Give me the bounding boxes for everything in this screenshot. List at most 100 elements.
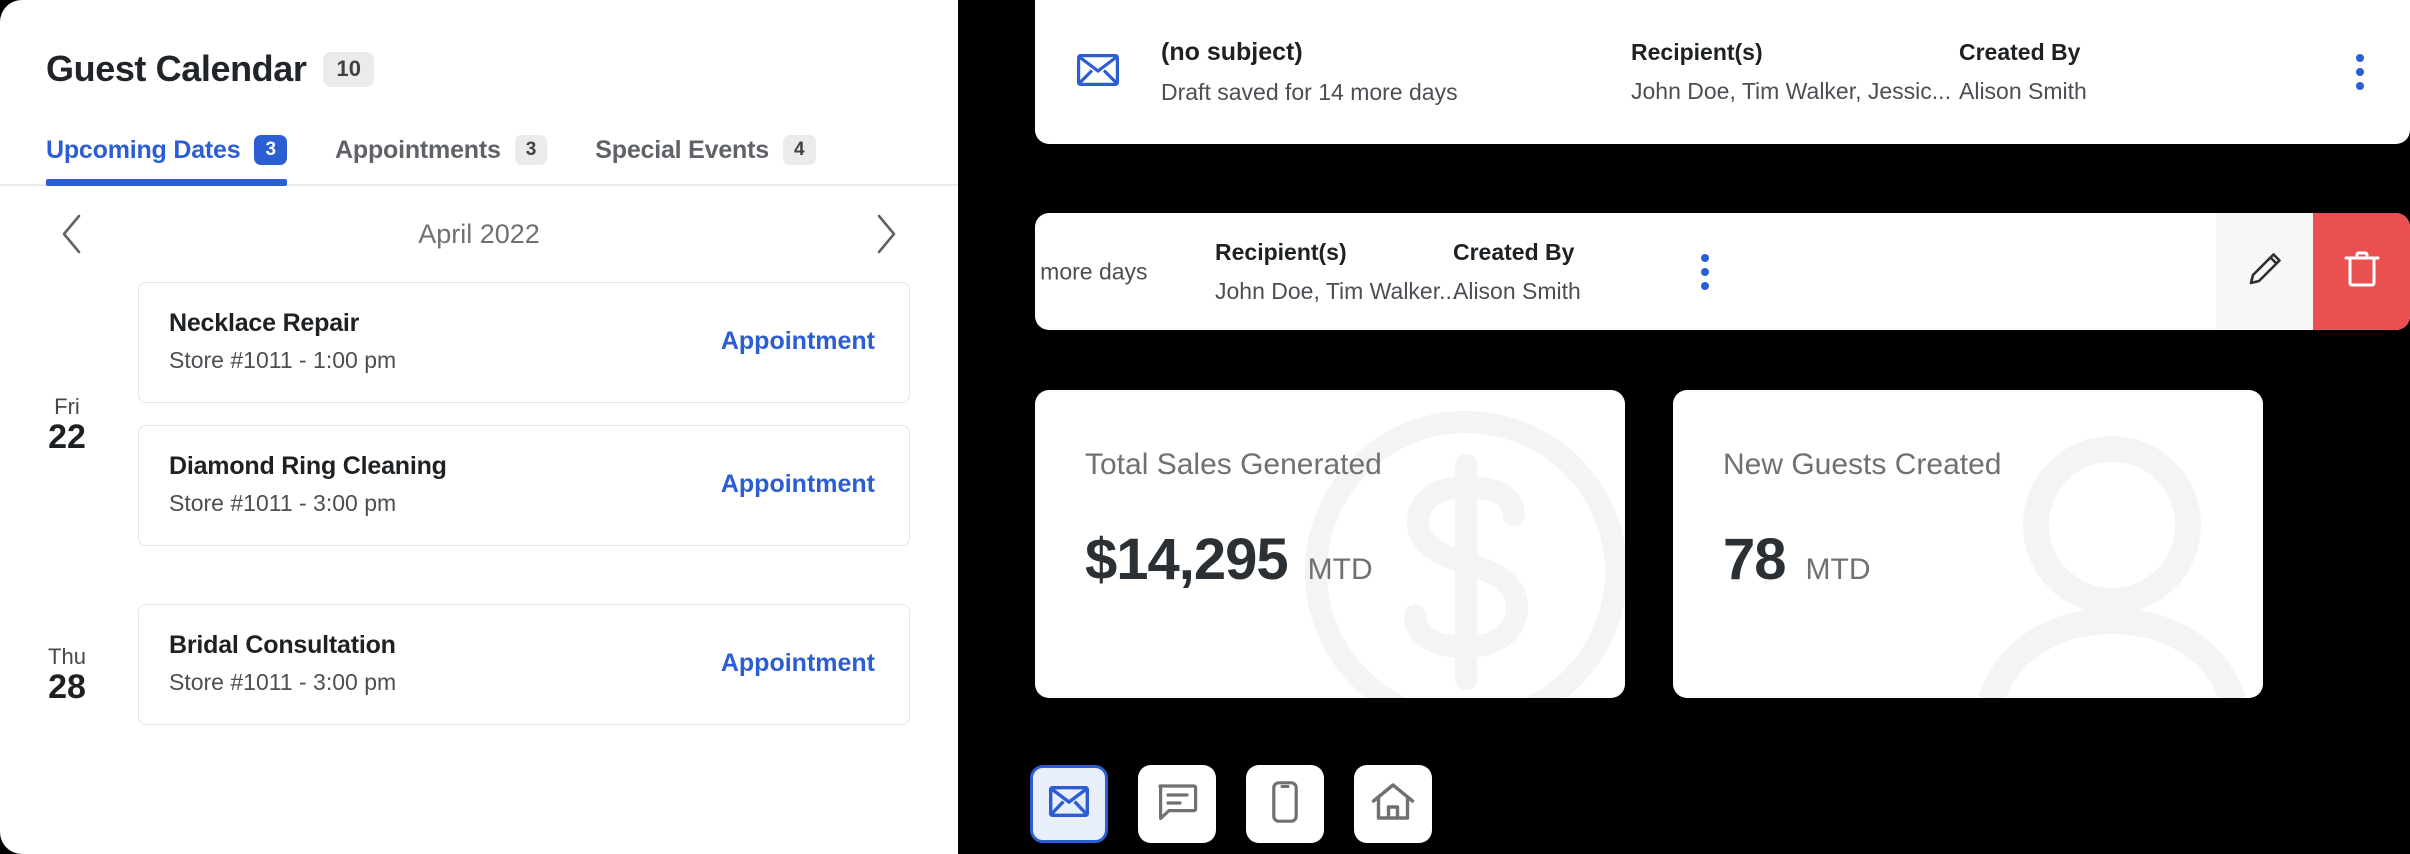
tab-appointments[interactable]: Appointments 3 [335,135,548,184]
email-row-swiped: 4 more days Recipient(s) John Doe, Tim W… [1035,213,2410,330]
page-title-count-badge: 10 [323,51,374,87]
stat-value: 78 [1723,527,1787,592]
envelope-icon [1077,53,1119,91]
appointment-card[interactable]: Necklace Repair Store #1011 - 1:00 pm Ap… [138,282,910,403]
stat-label: Total Sales Generated [1085,448,1382,481]
stat-label: New Guests Created [1723,448,2002,481]
email-recipients-column: Recipient(s) John Doe, Tim Walker, Jessi… [1631,39,1959,105]
kebab-dot [2356,54,2364,62]
pencil-icon [2246,250,2284,293]
tab-bar: Upcoming Dates 3 Appointments 3 Special … [0,135,958,186]
tab-badge: 4 [782,135,816,165]
page-title: Guest Calendar [46,48,307,89]
next-month-button[interactable] [864,211,910,257]
kebab-dot [1701,253,1709,262]
home-icon [1371,782,1415,827]
envelope-icon [1049,786,1089,822]
guest-calendar-panel: Guest Calendar 10 Upcoming Dates 3 Appoi… [0,0,958,854]
date-day-of-week: Fri [54,393,80,419]
stat-card-new-guests[interactable]: New Guests Created 78 MTD [1673,390,2263,698]
stat-unit: MTD [1307,553,1373,586]
tab-label: Appointments [335,135,501,164]
appointment-info: Necklace Repair Store #1011 - 1:00 pm [169,309,396,374]
appointment-type-label: Appointment [720,470,875,498]
previous-month-button[interactable] [48,211,94,257]
created-by-header: Created By [1959,39,2081,65]
channel-button-email[interactable] [1030,765,1108,843]
email-draft-status: Draft saved for 14 more days [1161,79,1458,105]
appointment-card[interactable]: Diamond Ring Cleaning Store #1011 - 3:00… [138,425,910,546]
created-by-value: Alison Smith [1959,78,2087,104]
kebab-menu-icon[interactable] [1695,248,1715,296]
edit-button[interactable] [2216,213,2313,330]
trash-icon [2343,249,2381,294]
stat-value-row: 78 MTD [1723,526,2263,593]
recipients-header: Recipient(s) [1215,238,1347,265]
tab-special-events[interactable]: Special Events 4 [595,135,816,184]
delete-button[interactable] [2313,213,2410,330]
stat-value: $14,295 [1085,527,1289,592]
created-by-header: Created By [1453,238,1575,265]
stat-value-row: $14,295 MTD [1085,526,1625,593]
stat-card-total-sales[interactable]: Total Sales Generated $14,295 MTD [1035,390,1625,698]
email-subject-block: (no subject) Draft saved for 14 more day… [1161,38,1631,106]
tab-badge: 3 [254,135,288,165]
appointment-info: Diamond Ring Cleaning Store #1011 - 3:00… [169,452,447,517]
email-row-content[interactable]: 4 more days Recipient(s) John Doe, Tim W… [1035,213,2216,330]
panel-header: Guest Calendar 10 [0,0,958,90]
recipients-header: Recipient(s) [1631,39,1763,65]
channel-button-home[interactable] [1354,765,1432,843]
date-day-number: 28 [48,668,86,707]
stats-row: Total Sales Generated $14,295 MTD New Gu… [1035,390,2263,698]
email-created-by-column: Created By Alison Smith [1453,239,1581,305]
channel-button-chat[interactable] [1138,765,1216,843]
date-day-of-week: Thu [48,644,86,670]
appointment-subtitle: Store #1011 - 1:00 pm [169,347,397,373]
page-title-row: Guest Calendar 10 [46,48,958,90]
recipients-value: John Doe, Tim Walker, Jessic... [1631,78,1951,104]
appointments-list: Fri 22 Necklace Repair Store #1011 - 1:0… [0,282,958,747]
chevron-right-icon [874,213,900,255]
date-group-cards: Bridal Consultation Store #1011 - 3:00 p… [138,604,910,747]
app-screen: Guest Calendar 10 Upcoming Dates 3 Appoi… [0,0,2410,854]
kebab-dot [2356,82,2364,90]
appointment-info: Bridal Consultation Store #1011 - 3:00 p… [169,631,396,696]
stat-unit: MTD [1805,553,1871,586]
kebab-dot [1701,281,1709,290]
channel-icon-bar [1030,765,1432,843]
appointment-type-label: Appointment [720,327,875,355]
tab-label: Upcoming Dates [46,135,241,164]
tab-badge: 3 [514,135,548,165]
kebab-dot [2356,68,2364,76]
date-group-cards: Necklace Repair Store #1011 - 1:00 pm Ap… [138,282,910,568]
mobile-phone-icon [1272,780,1298,828]
appointment-title: Bridal Consultation [169,631,396,659]
created-by-value: Alison Smith [1453,277,1581,304]
appointment-subtitle: Store #1011 - 3:00 pm [169,490,397,516]
email-draft-card[interactable]: (no subject) Draft saved for 14 more day… [1035,0,2410,144]
date-marker: Thu 28 [0,604,138,747]
right-content-area: (no subject) Draft saved for 14 more day… [958,0,2410,854]
current-month-label: April 2022 [418,218,540,249]
date-group: Fri 22 Necklace Repair Store #1011 - 1:0… [0,282,910,568]
kebab-dot [1701,267,1709,276]
appointment-card[interactable]: Bridal Consultation Store #1011 - 3:00 p… [138,604,910,725]
date-group: Thu 28 Bridal Consultation Store #1011 -… [0,604,910,747]
appointment-type-label: Appointment [720,649,875,677]
date-day-number: 22 [48,417,86,456]
appointment-subtitle: Store #1011 - 3:00 pm [169,669,397,695]
chat-bubble-icon [1156,782,1198,827]
email-draft-status: 4 more days [1035,258,1148,284]
email-created-by-column: Created By Alison Smith [1959,39,2259,105]
email-subject: (no subject) [1161,38,1303,66]
kebab-menu-icon[interactable] [2350,48,2370,96]
appointment-title: Diamond Ring Cleaning [169,452,447,480]
month-navigation: April 2022 [0,186,958,282]
appointment-title: Necklace Repair [169,309,360,337]
channel-button-mobile[interactable] [1246,765,1324,843]
email-recipients-column: Recipient(s) John Doe, Tim Walker... [1215,239,1458,305]
date-marker: Fri 22 [0,282,138,568]
tab-label: Special Events [595,135,769,164]
recipients-value: John Doe, Tim Walker... [1215,277,1459,304]
tab-upcoming-dates[interactable]: Upcoming Dates 3 [46,135,288,186]
